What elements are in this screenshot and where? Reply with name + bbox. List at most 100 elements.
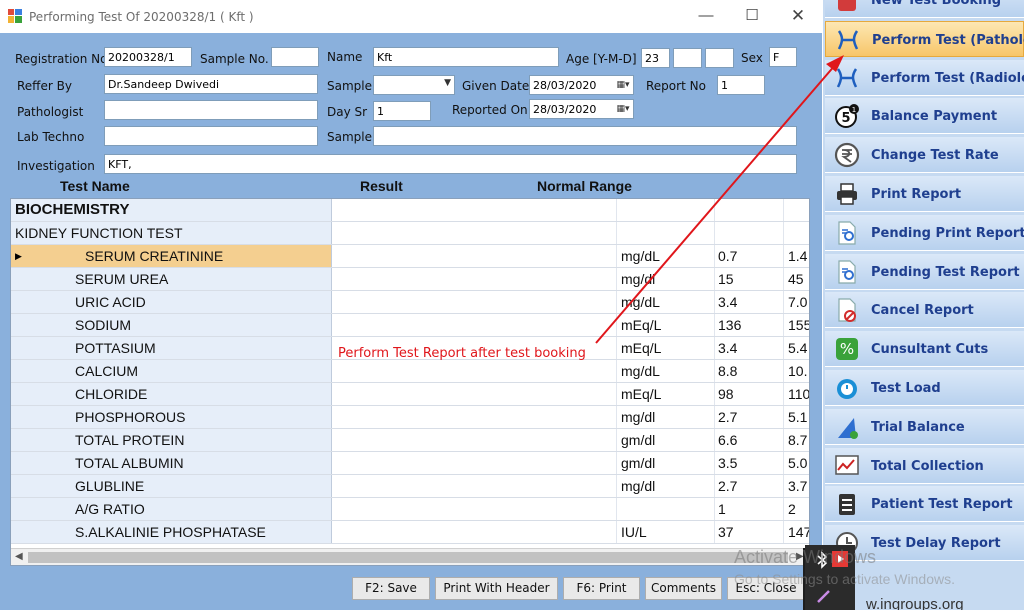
- test-name-cell[interactable]: GLUBLINE: [11, 475, 332, 497]
- range-low-cell[interactable]: [716, 222, 784, 244]
- range-high-cell[interactable]: 5.4: [785, 337, 809, 359]
- print-with-header-button[interactable]: Print With Header: [435, 577, 558, 600]
- range-low-cell[interactable]: 15: [716, 268, 784, 290]
- menu-item-trial-balance[interactable]: Trial Balance: [825, 408, 1024, 445]
- test-name-cell[interactable]: SERUM CREATININE: [11, 245, 332, 267]
- col-header-normal-range[interactable]: Normal Range: [537, 178, 632, 194]
- test-name-cell[interactable]: SERUM UREA: [11, 268, 332, 290]
- registration-field[interactable]: 20200328/1: [104, 47, 192, 67]
- horizontal-scrollbar[interactable]: ◀ ▶: [11, 548, 809, 565]
- range-low-cell[interactable]: 98: [716, 383, 784, 405]
- result-cell[interactable]: [332, 498, 617, 520]
- result-cell[interactable]: [332, 314, 617, 336]
- range-low-cell[interactable]: 3.4: [716, 291, 784, 313]
- unit-cell[interactable]: [618, 199, 715, 221]
- name-field[interactable]: Kft: [373, 47, 559, 67]
- age-years-field[interactable]: 23: [641, 48, 670, 68]
- unit-cell[interactable]: mEq/L: [618, 383, 715, 405]
- sample-no-field[interactable]: [271, 47, 319, 67]
- table-row[interactable]: A/G RATIO 1 2: [11, 498, 809, 521]
- test-name-cell[interactable]: TOTAL PROTEIN: [11, 429, 332, 451]
- test-name-cell[interactable]: S.ALKALINIE PHOSPHATASE: [11, 521, 332, 543]
- unit-cell[interactable]: mg/dl: [618, 475, 715, 497]
- range-high-cell[interactable]: 7.0: [785, 291, 809, 313]
- range-high-cell[interactable]: 3.7: [785, 475, 809, 497]
- test-name-cell[interactable]: CALCIUM: [11, 360, 332, 382]
- unit-cell[interactable]: mg/dL: [618, 245, 715, 267]
- range-low-cell[interactable]: 2.7: [716, 406, 784, 428]
- test-name-cell[interactable]: TOTAL ALBUMIN: [11, 452, 332, 474]
- close-window-button[interactable]: ✕: [775, 0, 821, 33]
- result-cell[interactable]: [332, 475, 617, 497]
- pen-icon[interactable]: [815, 587, 833, 605]
- sample-dropdown[interactable]: ▼: [373, 75, 455, 95]
- range-low-cell[interactable]: 0.7: [716, 245, 784, 267]
- reported-on-picker[interactable]: 28/03/2020 ▦▾: [529, 99, 634, 119]
- menu-item-pending-print-report[interactable]: Pending Print Report: [825, 214, 1024, 251]
- save-button[interactable]: F2: Save: [352, 577, 430, 600]
- sample2-field[interactable]: [373, 126, 797, 146]
- test-name-cell[interactable]: POTTASIUM: [11, 337, 332, 359]
- test-name-cell[interactable]: BIOCHEMISTRY: [11, 199, 332, 221]
- unit-cell[interactable]: mg/dl: [618, 268, 715, 290]
- range-low-cell[interactable]: 8.8: [716, 360, 784, 382]
- range-high-cell[interactable]: 5.0: [785, 452, 809, 474]
- test-name-cell[interactable]: SODIUM: [11, 314, 332, 336]
- result-cell[interactable]: [332, 291, 617, 313]
- table-row[interactable]: KIDNEY FUNCTION TEST: [11, 222, 809, 245]
- table-row[interactable]: S.ALKALINIE PHOSPHATASE IU/L 37 147: [11, 521, 809, 544]
- range-high-cell[interactable]: 1.4: [785, 245, 809, 267]
- result-cell[interactable]: [332, 429, 617, 451]
- calendar-dropdown-icon[interactable]: ▦▾: [615, 102, 631, 116]
- result-cell[interactable]: [332, 406, 617, 428]
- lab-techno-field[interactable]: [104, 126, 318, 146]
- result-cell[interactable]: [332, 452, 617, 474]
- test-name-cell[interactable]: A/G RATIO: [11, 498, 332, 520]
- scrollbar-thumb[interactable]: [28, 552, 788, 563]
- table-row[interactable]: BIOCHEMISTRY: [11, 199, 809, 222]
- unit-cell[interactable]: mEq/L: [618, 337, 715, 359]
- range-high-cell[interactable]: 147: [785, 521, 809, 543]
- maximize-button[interactable]: ☐: [729, 0, 775, 33]
- menu-item-cunsultant-cuts[interactable]: % Cunsultant Cuts: [825, 331, 1024, 368]
- range-high-cell[interactable]: 8.7: [785, 429, 809, 451]
- table-row[interactable]: CHLORIDE mEq/L 98 110: [11, 383, 809, 406]
- menu-item-perform-test-radiology[interactable]: Perform Test (Radiology): [825, 59, 1024, 96]
- age-days-field[interactable]: [705, 48, 734, 68]
- result-cell[interactable]: [332, 521, 617, 543]
- test-name-cell[interactable]: KIDNEY FUNCTION TEST: [11, 222, 332, 244]
- unit-cell[interactable]: gm/dl: [618, 452, 715, 474]
- range-low-cell[interactable]: 3.4: [716, 337, 784, 359]
- range-low-cell[interactable]: 3.5: [716, 452, 784, 474]
- sex-field[interactable]: F: [769, 47, 797, 67]
- menu-item-total-collection[interactable]: Total Collection: [825, 447, 1024, 484]
- col-header-result[interactable]: Result: [360, 178, 403, 194]
- table-row[interactable]: TOTAL PROTEIN gm/dl 6.6 8.7: [11, 429, 809, 452]
- range-high-cell[interactable]: 5.1: [785, 406, 809, 428]
- table-row[interactable]: GLUBLINE mg/dl 2.7 3.7: [11, 475, 809, 498]
- range-high-cell[interactable]: [785, 199, 809, 221]
- title-bar[interactable]: Performing Test Of 20200328/1 ( Kft ) — …: [0, 0, 822, 33]
- table-row[interactable]: TOTAL ALBUMIN gm/dl 3.5 5.0: [11, 452, 809, 475]
- unit-cell[interactable]: [618, 222, 715, 244]
- report-no-field[interactable]: 1: [717, 75, 765, 95]
- range-high-cell[interactable]: 10.: [785, 360, 809, 382]
- age-months-field[interactable]: [673, 48, 702, 68]
- unit-cell[interactable]: mg/dL: [618, 360, 715, 382]
- test-name-cell[interactable]: URIC ACID: [11, 291, 332, 313]
- pathologist-field[interactable]: [104, 100, 318, 120]
- range-low-cell[interactable]: 37: [716, 521, 784, 543]
- reffer-by-field[interactable]: Dr.Sandeep Dwivedi: [104, 74, 318, 94]
- menu-item-pending-test-report[interactable]: Pending Test Report: [825, 253, 1024, 290]
- menu-item-patient-test-report[interactable]: Patient Test Report: [825, 486, 1024, 523]
- table-row[interactable]: SODIUM mEq/L 136 155: [11, 314, 809, 337]
- given-date-picker[interactable]: 28/03/2020 ▦▾: [529, 75, 634, 95]
- result-cell[interactable]: [332, 383, 617, 405]
- result-cell[interactable]: [332, 222, 617, 244]
- table-row[interactable]: CALCIUM mg/dL 8.8 10.: [11, 360, 809, 383]
- range-high-cell[interactable]: 45: [785, 268, 809, 290]
- result-cell[interactable]: [332, 268, 617, 290]
- day-sr-field[interactable]: 1: [373, 101, 431, 121]
- calendar-dropdown-icon[interactable]: ▦▾: [615, 78, 631, 92]
- table-row[interactable]: SERUM CREATININE ▶ mg/dL 0.7 1.4: [11, 245, 809, 268]
